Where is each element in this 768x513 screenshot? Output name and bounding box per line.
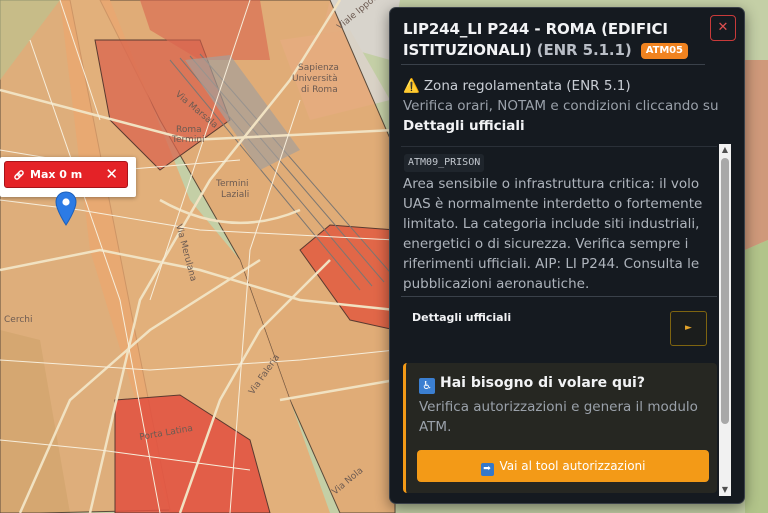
atm-badge: ATM05 [640,43,688,59]
map-label-universita: Università [292,74,338,84]
title-divider [401,64,705,65]
map-label-sapienza: Sapienza [298,63,339,73]
accessible-icon: ♿ [419,378,435,394]
map-zone-red[interactable] [745,60,768,250]
authorization-help-card: ♿ Hai bisogno di volare qui? Verifica aut… [403,363,717,493]
close-icon[interactable]: ✕ [105,167,118,182]
scroll-up-arrow-icon[interactable]: ▲ [719,144,731,156]
panel-scrollbar[interactable]: ▲ ▼ [719,144,731,496]
zone-description: Area sensibile o infrastruttura critica:… [403,176,703,292]
help-title-text: Hai bisogno di volare qui? [440,375,645,391]
map-label-di-roma: di Roma [301,85,338,95]
map-label-termini-2: Termini [215,179,249,189]
max-altitude-label: Max 0 m [30,168,83,181]
notice-title: Zona regolamentata (ENR 5.1) [423,78,631,94]
zone-info-panel: LIP244_LI P244 - ROMA (EDIFICI ISTITUZIO… [389,7,745,504]
map-pin-icon[interactable] [55,191,77,227]
map-green-area [745,240,768,513]
scroll-down-arrow-icon[interactable]: ▼ [719,484,731,496]
help-title: ♿ Hai bisogno di volare qui? [419,375,645,394]
scrollbar-thumb[interactable] [721,158,729,424]
notice-text: Verifica orari, NOTAM e condizioni clicc… [403,98,719,114]
notice-divider [401,146,717,147]
zone-category-code: ATM09_PRISON [404,154,485,172]
official-details-label: Dettagli ufficiali [412,311,512,324]
expand-details-button[interactable]: ► [670,311,707,346]
arrow-right-icon: ➡ [480,463,494,476]
notice-details-link: Dettagli ufficiali [403,118,525,134]
authorization-tool-label: Vai al tool autorizzazioni [499,459,646,473]
map-label-roma: Roma [176,125,202,135]
warning-icon: ⚠️ [403,78,420,94]
map-label-laziali: Laziali [221,190,249,200]
zone-title-ref: (ENR 5.1.1) [536,41,632,59]
regulated-zone-notice: ⚠️ Zona regolamentata (ENR 5.1) Verifica … [403,76,723,136]
description-divider [401,296,717,297]
max-altitude-pill[interactable]: Max 0 m ✕ [4,161,128,188]
link-icon [14,169,24,180]
map-label-termini: Termini [171,135,205,145]
map-label-cerchi: Cerchi [4,315,32,325]
authorization-tool-button[interactable]: ➡ Vai al tool autorizzazioni [417,450,709,482]
zone-title: LIP244_LI P244 - ROMA (EDIFICI ISTITUZIO… [403,19,703,61]
close-panel-button[interactable]: ✕ [710,15,736,41]
help-text: Verifica autorizzazioni e genera il modu… [419,399,698,435]
